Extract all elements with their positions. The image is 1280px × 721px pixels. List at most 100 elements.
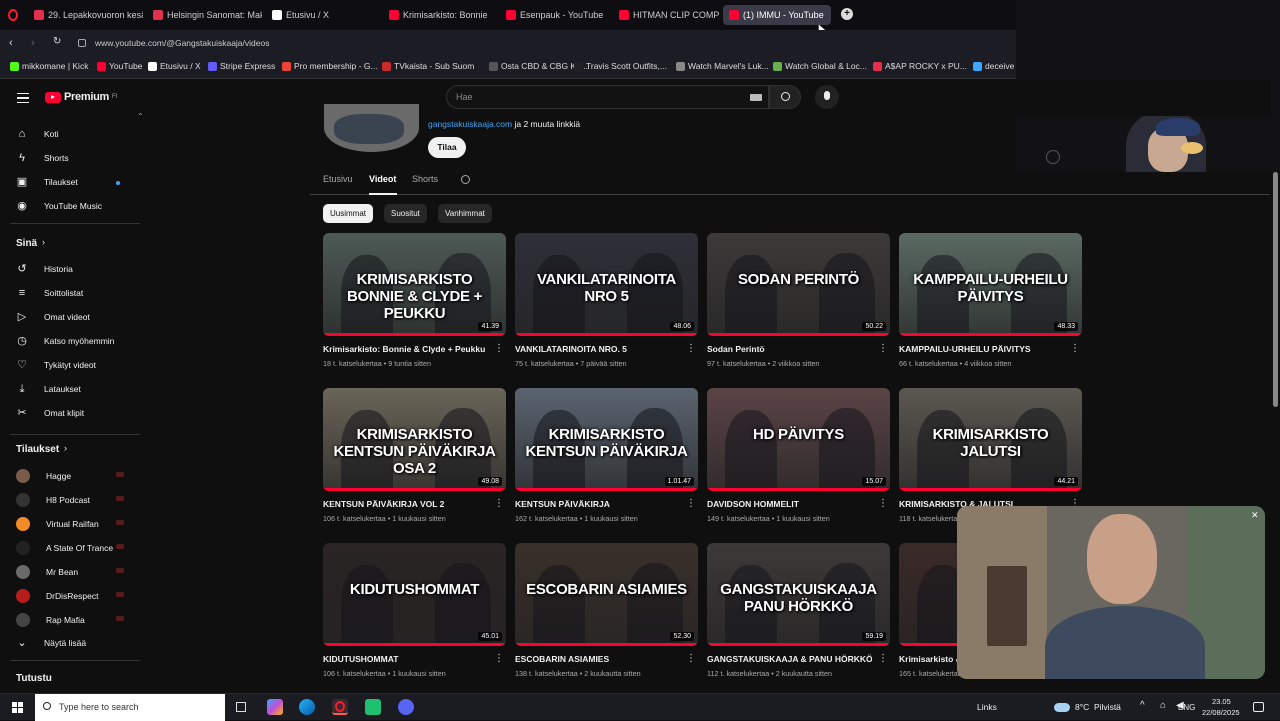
bookmark-item[interactable]: Pro membership - G... [282, 61, 378, 71]
back-icon[interactable]: ‹ [9, 37, 13, 49]
discord-icon[interactable] [398, 699, 414, 715]
weather-text[interactable]: 8°C Pilvistä [1075, 702, 1121, 712]
more-actions-icon[interactable]: ⋮ [878, 498, 888, 509]
windows-start-icon[interactable] [12, 702, 23, 713]
sidebar-item-liked-videos[interactable]: ♡ Tykätyt videot [16, 359, 96, 371]
sidebar-header-subscriptions[interactable]: Tilaukset [16, 444, 59, 455]
sidebar-item-your-clips[interactable]: ✂ Omat klipit [16, 407, 84, 419]
video-card[interactable]: KRIMISARKISTO KENTSUN PÄIVÄKIRJA 1.01.47 K… [515, 388, 698, 523]
filter-chip-oldest[interactable]: Vanhimmat [438, 204, 492, 223]
network-icon[interactable]: ⌂ [1160, 700, 1166, 711]
bookmark-item[interactable]: Etusivu / X [148, 61, 201, 71]
youtube-logo[interactable]: Premium FI [45, 91, 117, 103]
sidebar-item-youtube-music[interactable]: ◉ YouTube Music [16, 200, 102, 212]
copilot-icon[interactable] [267, 699, 283, 715]
subscribe-button[interactable]: Tilaa [428, 137, 466, 158]
more-actions-icon[interactable]: ⋮ [686, 498, 696, 509]
video-title[interactable]: Sodan Perintö [707, 344, 872, 354]
video-thumbnail[interactable]: VANKILATARINOITA NRO 5 48.06 [515, 233, 698, 336]
overlay-close-icon[interactable]: ✕ [1251, 510, 1259, 521]
bookmark-item[interactable]: Stripe Express [208, 61, 275, 71]
video-thumbnail[interactable]: GANGSTAKUISKAAJA PANU HÖRKKÖ 59.19 [707, 543, 890, 646]
video-title[interactable]: KENTSUN PÄIVÄKIRJA [515, 499, 680, 509]
sidebar-subscription[interactable]: Rap Mafia [16, 613, 85, 627]
bookmark-item[interactable]: A$AP ROCKY x PU... [873, 61, 967, 71]
sidebar-item-watch-later[interactable]: ◷ Katso myöhemmin [16, 335, 114, 347]
sidebar-subscription[interactable]: Virtual Railfan [16, 517, 99, 531]
tab-home[interactable]: Etusivu [323, 174, 353, 184]
video-title[interactable]: DAVIDSON HOMMELIT [707, 499, 872, 509]
taskbar-search-box[interactable]: Type here to search [35, 694, 225, 721]
browser-tab[interactable]: Krimisarkisto: Bonnie [383, 5, 495, 25]
video-title[interactable]: ESCOBARIN ASIAMIES [515, 654, 680, 664]
channel-search-icon[interactable] [461, 175, 470, 184]
video-thumbnail[interactable]: KRIMISARKISTO BONNIE & CLYDE + PEUKKU 41.… [323, 233, 506, 336]
bookmark-item[interactable]: mikkomane | Kick [10, 61, 88, 71]
video-card[interactable]: KIDUTUSHOMMAT 45.01 KIDUTUSHOMMAT 106 t. ka… [323, 543, 506, 678]
search-input[interactable]: Hae [456, 92, 473, 102]
menu-icon[interactable] [17, 93, 29, 103]
sidebar-subscription[interactable]: H8 Podcast [16, 493, 90, 507]
sidebar-subscription[interactable]: Hagge [16, 469, 71, 483]
video-thumbnail[interactable]: KRIMISARKISTO JALUTSI 44.21 [899, 388, 1082, 491]
tab-shorts[interactable]: Shorts [412, 174, 438, 184]
keyboard-icon[interactable] [750, 94, 762, 101]
forward-icon[interactable]: › [31, 37, 35, 49]
video-thumbnail[interactable]: KAMPPAILU-URHEILU PÄIVITYS 48.33 [899, 233, 1082, 336]
video-card[interactable]: KRIMISARKISTO KENTSUN PÄIVÄKIRJA OSA 2 49… [323, 388, 506, 523]
bookmark-item[interactable]: Watch Global & Loc... [773, 61, 867, 71]
video-card[interactable]: SODAN PERINTÖ 50.22 Sodan Perintö 97 t. kat… [707, 233, 890, 368]
filter-chip-popular[interactable]: Suositut [384, 204, 427, 223]
browser-tab[interactable]: Helsingin Sanomat: Mak [147, 5, 262, 25]
video-title[interactable]: GANGSTAKUISKAAJA & PANU HÖRKKÖ [707, 654, 872, 664]
video-thumbnail[interactable]: KRIMISARKISTO KENTSUN PÄIVÄKIRJA 1.01.47 [515, 388, 698, 491]
page-scrollbar[interactable] [1270, 172, 1280, 693]
more-actions-icon[interactable]: ⋮ [878, 343, 888, 354]
sidebar-subscription[interactable]: DrDisRespect [16, 589, 98, 603]
bookmark-item[interactable]: Watch Marvel's Luk... [676, 61, 769, 71]
video-title[interactable]: KIDUTUSHOMMAT [323, 654, 488, 664]
sidebar-item-history[interactable]: ↺ Historia [16, 263, 72, 275]
url-field[interactable]: www.youtube.com/@Gangstakuiskaaja/videos [95, 38, 269, 48]
tray-chevron-icon[interactable]: ^ [1140, 700, 1145, 711]
opera-taskbar-icon[interactable] [332, 699, 348, 715]
sidebar-subscription[interactable]: Mr Bean [16, 565, 78, 579]
opera-logo-icon[interactable] [8, 9, 18, 21]
bookmark-item[interactable]: Travis Scott Outfits,... [574, 61, 667, 71]
video-thumbnail[interactable]: KRIMISARKISTO KENTSUN PÄIVÄKIRJA OSA 2 49… [323, 388, 506, 491]
search-box[interactable]: Hae [446, 85, 769, 109]
sidebar-header-you[interactable]: Sinä [16, 238, 37, 249]
browser-tab[interactable]: (1) IMMU - YouTube [723, 5, 831, 25]
bookmark-item[interactable]: deceive [973, 61, 1014, 71]
sidebar-subscription[interactable]: A State Of Trance [16, 541, 113, 555]
sidebar-item-shorts[interactable]: ϟ Shorts [16, 152, 69, 164]
video-card[interactable]: GANGSTAKUISKAAJA PANU HÖRKKÖ 59.19 GANGSTA… [707, 543, 890, 678]
more-actions-icon[interactable]: ⋮ [1070, 343, 1080, 354]
app-green-icon[interactable] [365, 699, 381, 715]
more-actions-icon[interactable]: ⋮ [494, 343, 504, 354]
task-view-icon[interactable] [236, 702, 246, 712]
clock-date[interactable]: 22/08/2025 [1202, 708, 1240, 717]
clock-time[interactable]: 23.05 [1212, 697, 1231, 706]
bookmark-item[interactable]: TVkaista - Sub Suom [382, 61, 474, 71]
more-actions-icon[interactable]: ⋮ [494, 498, 504, 509]
video-card[interactable]: VANKILATARINOITA NRO 5 48.06 VANKILATARINO… [515, 233, 698, 368]
sidebar-item-subscriptions[interactable]: ▣ Tilaukset [16, 176, 78, 188]
sidebar-show-more[interactable]: ⌄ Näytä lisää [16, 637, 86, 649]
more-actions-icon[interactable]: ⋮ [878, 653, 888, 664]
browser-tab[interactable]: HITMAN CLIP COMPILAT [613, 5, 719, 25]
browser-tab[interactable]: Esenpauk - YouTube [500, 5, 608, 25]
notifications-icon[interactable] [1253, 702, 1264, 712]
browser-tab[interactable]: Etusivu / X [266, 5, 378, 25]
video-card[interactable]: KAMPPAILU-URHEILU PÄIVITYS 48.33 KAMPPAILU… [899, 233, 1082, 368]
site-info-icon[interactable] [78, 39, 86, 47]
video-card[interactable]: KRIMISARKISTO JALUTSI 44.21 KRIMISARKISTO … [899, 388, 1082, 523]
video-card[interactable]: HD PÄIVITYS 15.07 DAVIDSON HOMMELIT 149 t. … [707, 388, 890, 523]
bookmark-item[interactable]: YouTube [97, 61, 142, 71]
edge-icon[interactable] [299, 699, 315, 715]
links-toolbar[interactable]: Links [977, 702, 997, 712]
video-card[interactable]: KRIMISARKISTO BONNIE & CLYDE + PEUKKU 41.… [323, 233, 506, 368]
tab-videos[interactable]: Videot [369, 174, 396, 184]
channel-link[interactable]: gangstakuiskaaja.com [428, 119, 512, 129]
sidebar-collapse-icon[interactable]: ⌃ [137, 112, 144, 121]
